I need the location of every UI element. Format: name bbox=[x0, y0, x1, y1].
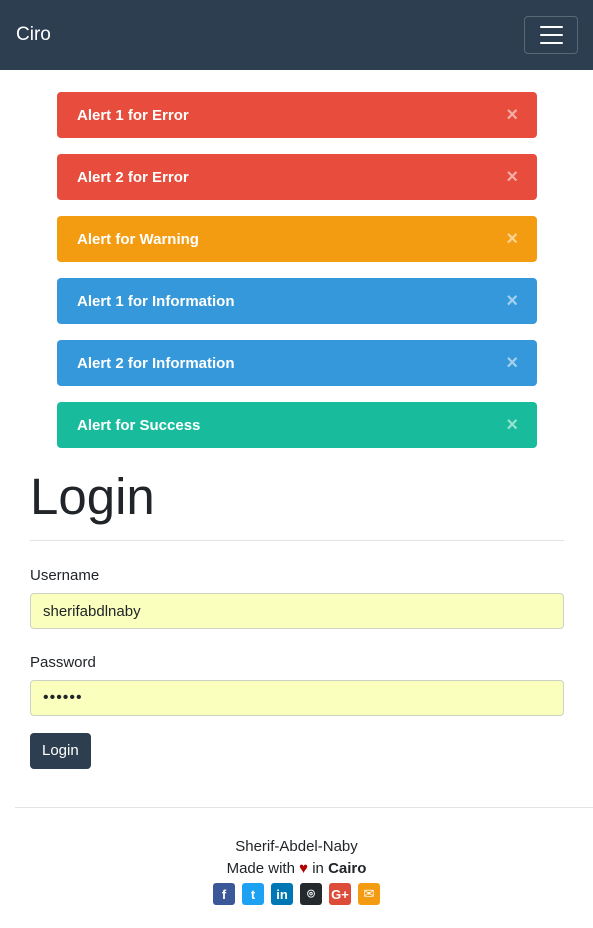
twitter-icon[interactable]: t bbox=[242, 883, 264, 905]
email-icon[interactable]: ✉ bbox=[358, 883, 380, 905]
alert-warning: Alert for Warning × bbox=[57, 216, 537, 262]
close-icon[interactable]: × bbox=[506, 229, 518, 249]
hamburger-icon bbox=[539, 26, 563, 28]
made-with-text: Made with bbox=[226, 860, 295, 877]
login-button[interactable]: Login bbox=[30, 733, 91, 769]
close-icon[interactable]: × bbox=[506, 291, 518, 311]
alert-text: Alert 1 for Error bbox=[77, 106, 189, 124]
hamburger-icon bbox=[539, 42, 563, 44]
password-input[interactable]: •••••• bbox=[30, 680, 564, 716]
google-plus-icon[interactable]: G+ bbox=[329, 883, 351, 905]
username-input[interactable]: sherifabdlnaby bbox=[30, 593, 564, 629]
footer: Sherif-Abdel-Naby Made with ♥ in Cairo f… bbox=[0, 808, 593, 905]
alert-error-1: Alert 1 for Error × bbox=[57, 92, 537, 138]
navbar-brand[interactable]: Ciro bbox=[16, 24, 51, 46]
alert-text: Alert for Success bbox=[77, 416, 201, 434]
alerts-list: Alert 1 for Error × Alert 2 for Error × … bbox=[0, 70, 593, 448]
city-text: Cairo bbox=[328, 860, 367, 877]
alert-text: Alert 1 for Information bbox=[77, 292, 235, 310]
login-form: Login Username sherifabdlnaby Password •… bbox=[0, 464, 593, 769]
close-icon[interactable]: × bbox=[506, 415, 518, 435]
alert-info-1: Alert 1 for Information × bbox=[57, 278, 537, 324]
divider bbox=[30, 540, 564, 541]
footer-made-with: Made with ♥ in Cairo bbox=[0, 858, 593, 880]
facebook-icon[interactable]: f bbox=[213, 883, 235, 905]
alert-info-2: Alert 2 for Information × bbox=[57, 340, 537, 386]
heart-icon: ♥ bbox=[299, 860, 309, 877]
linkedin-icon[interactable]: in bbox=[271, 883, 293, 905]
alert-success: Alert for Success × bbox=[57, 402, 537, 448]
footer-author: Sherif-Abdel-Naby bbox=[235, 838, 358, 855]
top-navbar: Ciro bbox=[0, 0, 593, 70]
social-links: f t in ⌾ G+ ✉ bbox=[0, 883, 593, 905]
alert-text: Alert 2 for Information bbox=[77, 354, 235, 372]
navbar-toggler-button[interactable] bbox=[524, 16, 578, 54]
password-label: Password bbox=[30, 654, 96, 671]
close-icon[interactable]: × bbox=[506, 105, 518, 125]
alert-text: Alert 2 for Error bbox=[77, 168, 189, 186]
hamburger-icon bbox=[539, 34, 563, 36]
page-title: Login bbox=[30, 468, 155, 525]
github-icon[interactable]: ⌾ bbox=[300, 883, 322, 905]
alert-error-2: Alert 2 for Error × bbox=[57, 154, 537, 200]
in-text: in bbox=[312, 860, 324, 877]
username-label: Username bbox=[30, 567, 100, 584]
close-icon[interactable]: × bbox=[506, 353, 518, 373]
close-icon[interactable]: × bbox=[506, 167, 518, 187]
alert-text: Alert for Warning bbox=[77, 230, 199, 248]
